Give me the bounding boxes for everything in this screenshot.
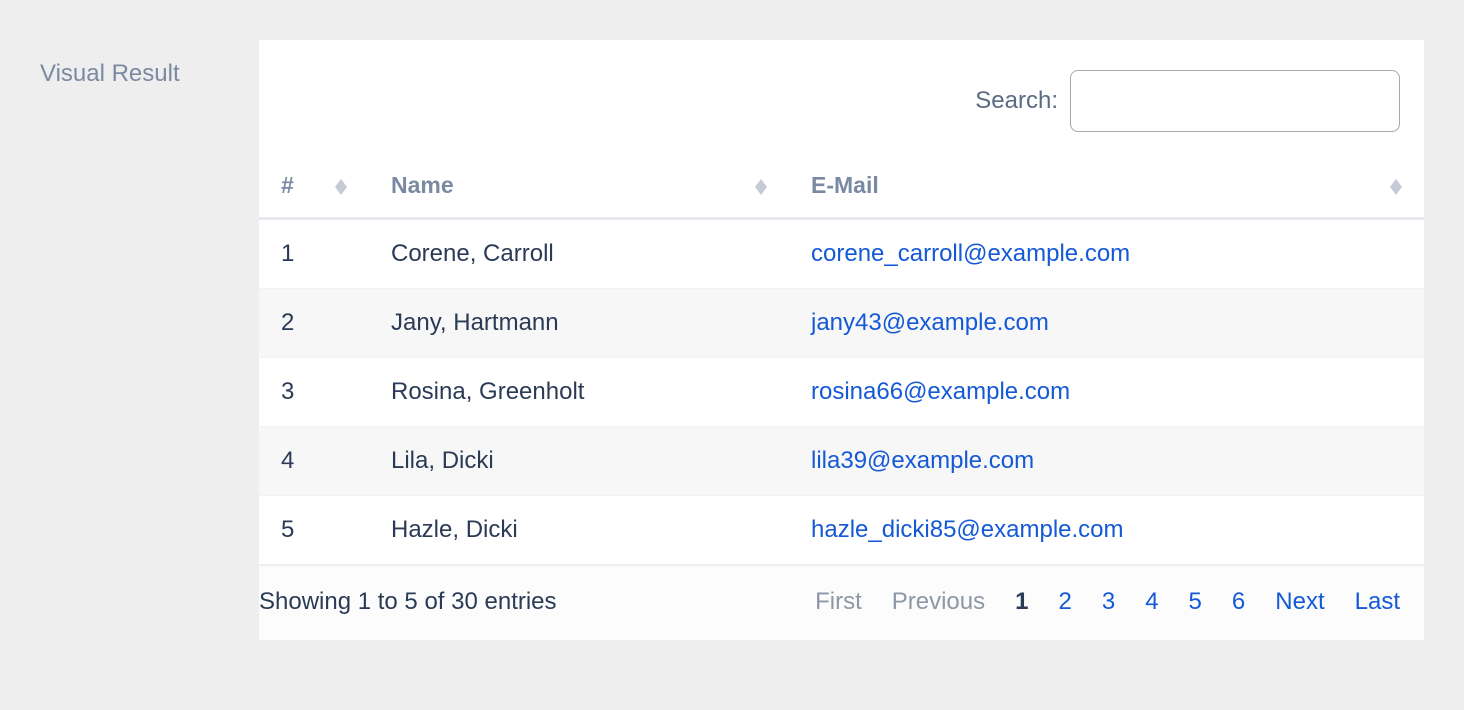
- pager-previous: Previous: [892, 588, 985, 616]
- table-row: 2Jany, Hartmann jany43@example.com: [259, 289, 1424, 358]
- search-row: Search:: [259, 70, 1424, 156]
- email-link[interactable]: rosina66@example.com: [811, 378, 1070, 405]
- pager-page-3[interactable]: 3: [1102, 588, 1115, 616]
- cell-name: Corene, Carroll: [369, 219, 789, 289]
- email-link[interactable]: jany43@example.com: [811, 309, 1049, 336]
- search-input[interactable]: [1070, 70, 1400, 132]
- table-row: 4Lila, Dicki lila39@example.com: [259, 427, 1424, 496]
- cell-name: Hazle, Dicki: [369, 496, 789, 565]
- cell-index: 4: [259, 427, 369, 496]
- section-title: Visual Result: [40, 40, 235, 88]
- results-table: # Name E-Mail: [259, 156, 1424, 564]
- col-header-index-label: #: [281, 172, 294, 198]
- email-link[interactable]: hazle_dicki85@example.com: [811, 516, 1124, 543]
- cell-index: 3: [259, 358, 369, 427]
- pagination: First Previous 1 2 3 4 5 6 Next Last: [815, 588, 1400, 616]
- sort-icon: [755, 179, 767, 195]
- cell-email: rosina66@example.com: [789, 358, 1424, 427]
- pager-page-6[interactable]: 6: [1232, 588, 1245, 616]
- cell-email: jany43@example.com: [789, 289, 1424, 358]
- results-panel: Search: # Name: [259, 40, 1424, 640]
- col-header-name-label: Name: [391, 172, 454, 198]
- email-link[interactable]: lila39@example.com: [811, 447, 1034, 474]
- pager-next[interactable]: Next: [1275, 588, 1324, 616]
- table-row: 5Hazle, Dicki hazle_dicki85@example.com: [259, 496, 1424, 565]
- cell-name: Jany, Hartmann: [369, 289, 789, 358]
- col-header-name[interactable]: Name: [369, 156, 789, 219]
- table-row: 1Corene, Carroll corene_carroll@example.c…: [259, 219, 1424, 289]
- search-label: Search:: [975, 87, 1058, 115]
- pager-last[interactable]: Last: [1355, 588, 1400, 616]
- cell-name: Rosina, Greenholt: [369, 358, 789, 427]
- col-header-email-label: E-Mail: [811, 172, 879, 198]
- pager-page-4[interactable]: 4: [1145, 588, 1158, 616]
- cell-index: 2: [259, 289, 369, 358]
- pager-page-1: 1: [1015, 588, 1028, 616]
- cell-name: Lila, Dicki: [369, 427, 789, 496]
- cell-index: 5: [259, 496, 369, 565]
- sort-icon: [1390, 179, 1402, 195]
- cell-email: lila39@example.com: [789, 427, 1424, 496]
- email-link[interactable]: corene_carroll@example.com: [811, 240, 1130, 267]
- col-header-email[interactable]: E-Mail: [789, 156, 1424, 219]
- col-header-index[interactable]: #: [259, 156, 369, 219]
- table-footer: Showing 1 to 5 of 30 entries First Previo…: [259, 564, 1424, 640]
- cell-email: corene_carroll@example.com: [789, 219, 1424, 289]
- sort-icon: [335, 179, 347, 195]
- cell-index: 1: [259, 219, 369, 289]
- pager-page-5[interactable]: 5: [1189, 588, 1202, 616]
- table-row: 3Rosina, Greenholt rosina66@example.com: [259, 358, 1424, 427]
- cell-email: hazle_dicki85@example.com: [789, 496, 1424, 565]
- pager-first: First: [815, 588, 862, 616]
- entries-info: Showing 1 to 5 of 30 entries: [259, 588, 557, 616]
- pager-page-2[interactable]: 2: [1058, 588, 1071, 616]
